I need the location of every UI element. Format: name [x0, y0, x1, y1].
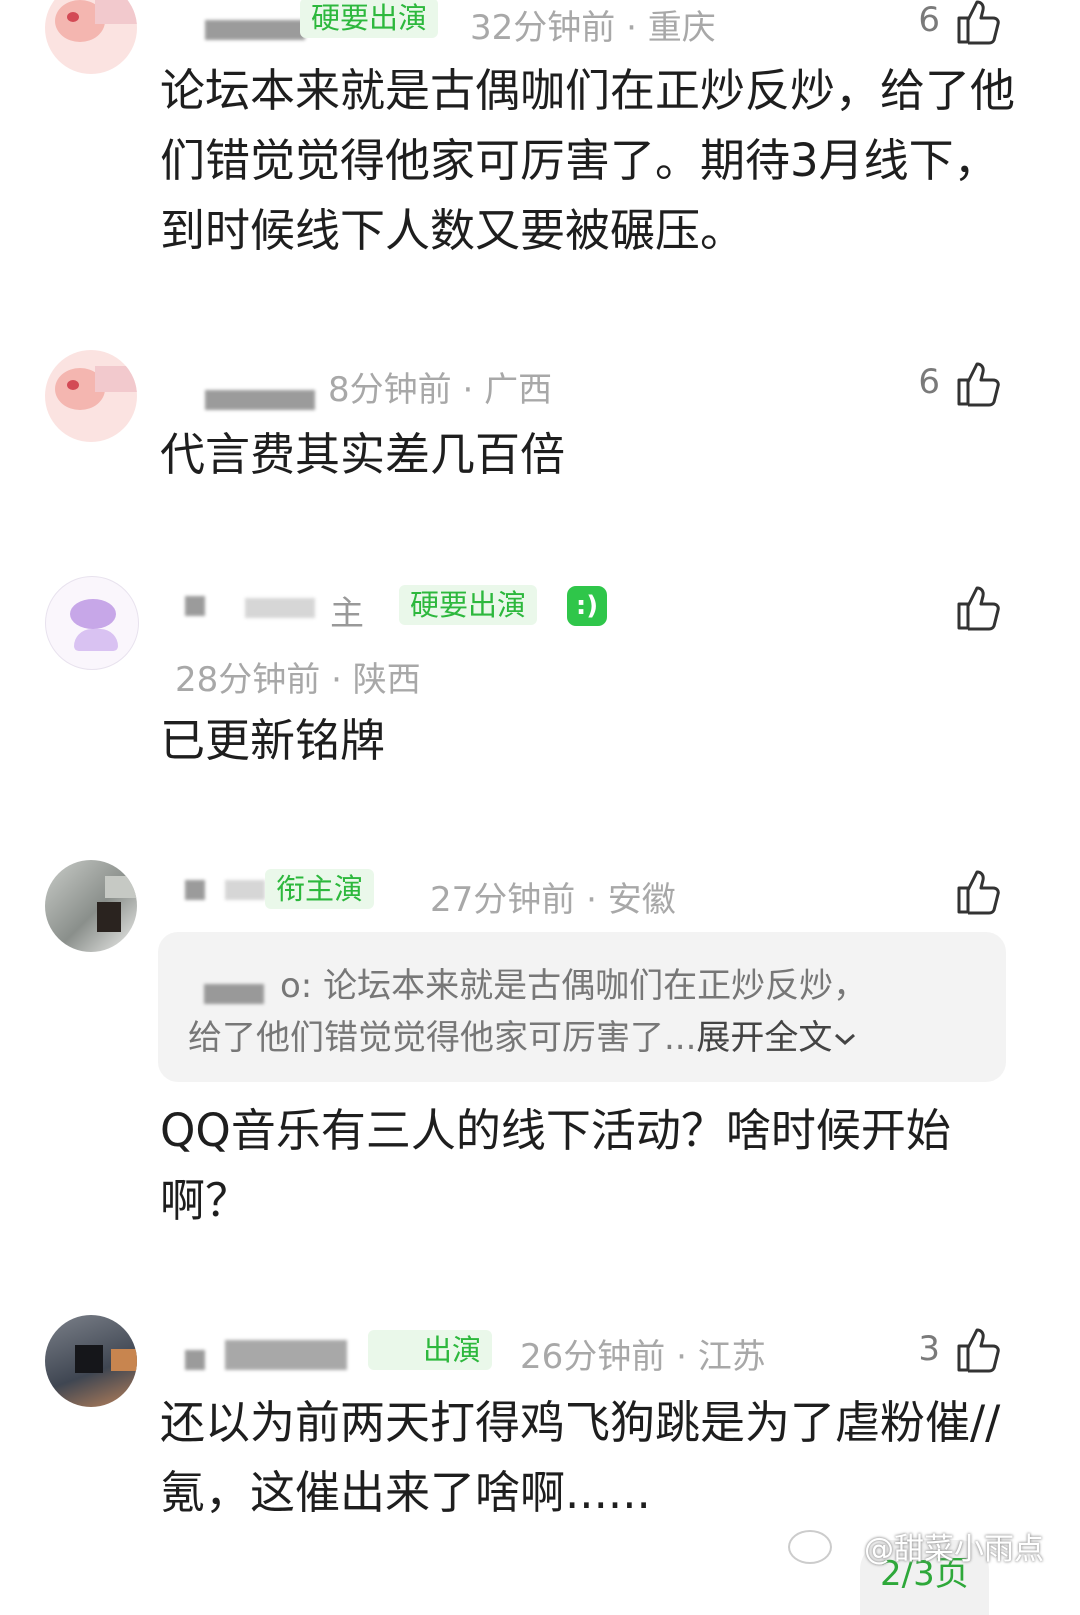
quote-line-2: 给了他们错觉觉得他家可厉害了...: [188, 1018, 697, 1058]
comment-text: QQ音乐有三人的线下活动？啥时候开始啊？: [160, 1104, 951, 1227]
username-blurred: [245, 598, 315, 618]
username-blurred: [225, 1340, 347, 1370]
comment-meta: 27分钟前 · 安徽: [430, 880, 676, 920]
username-blurred: [225, 880, 265, 900]
like-count: 6: [918, 362, 940, 402]
username-blurred[interactable]: [205, 390, 315, 410]
quote-line-1: 论坛本来就是古偶咖们在正炒反炒，: [323, 966, 868, 1006]
green-emoji-icon: :): [567, 586, 607, 626]
avatar[interactable]: [45, 860, 137, 952]
watermark: @甜菜小雨点: [864, 1532, 1044, 1567]
weibo-logo-icon: [788, 1530, 832, 1564]
username-blurred[interactable]: [185, 596, 205, 616]
fan-badge[interactable]: 出演: [368, 1330, 493, 1370]
username-blurred[interactable]: [205, 20, 305, 40]
quote-author-suffix: o:: [280, 966, 313, 1006]
thumbs-up-icon[interactable]: [953, 0, 1003, 46]
comment-meta: 32分钟前 · 重庆: [470, 8, 716, 48]
username-blurred[interactable]: [185, 880, 205, 900]
comment-meta: 26分钟前 · 江苏: [520, 1337, 766, 1377]
fan-badge[interactable]: 衔主演: [265, 869, 375, 909]
role-label: 主: [330, 594, 364, 634]
quote-text: o: 论坛本来就是古偶咖们在正炒反炒， 给了他们错觉觉得他家可厉害了...展开全…: [188, 960, 978, 1064]
quoted-reply[interactable]: o: 论坛本来就是古偶咖们在正炒反炒， 给了他们错觉觉得他家可厉害了...展开全…: [158, 932, 1006, 1082]
fan-badge[interactable]: 硬要出演: [300, 0, 439, 38]
expand-full-text-link[interactable]: 展开全文: [696, 1018, 832, 1058]
thumbs-up-icon[interactable]: [953, 582, 1003, 632]
avatar[interactable]: [45, 0, 137, 74]
comment-meta: 28分钟前 · 陕西: [175, 660, 421, 700]
thumbs-up-icon[interactable]: [953, 358, 1003, 408]
username-blurred[interactable]: [185, 1350, 205, 1370]
comment-text: 论坛本来就是古偶咖们在正炒反炒，给了他们错觉觉得他家可厉害了。期待3月线下，到时…: [160, 64, 1016, 257]
chevron-down-icon[interactable]: [832, 1029, 858, 1049]
like-count: 6: [918, 0, 940, 40]
avatar[interactable]: [45, 576, 139, 670]
avatar[interactable]: [45, 1315, 137, 1407]
comment-text: 还以为前两天打得鸡飞狗跳是为了虐粉催//氪，这催出来了啥啊......: [160, 1396, 1001, 1519]
thumbs-up-icon[interactable]: [953, 1324, 1003, 1374]
fan-badge[interactable]: 硬要出演: [399, 585, 538, 625]
comment-meta: 8分钟前 · 广西: [328, 370, 553, 410]
comment-text: 已更新铭牌: [160, 714, 386, 767]
like-count: 3: [918, 1329, 940, 1369]
avatar[interactable]: [45, 350, 137, 442]
thumbs-up-icon[interactable]: [953, 866, 1003, 916]
comment-text: 代言费其实差几百倍: [160, 428, 566, 481]
